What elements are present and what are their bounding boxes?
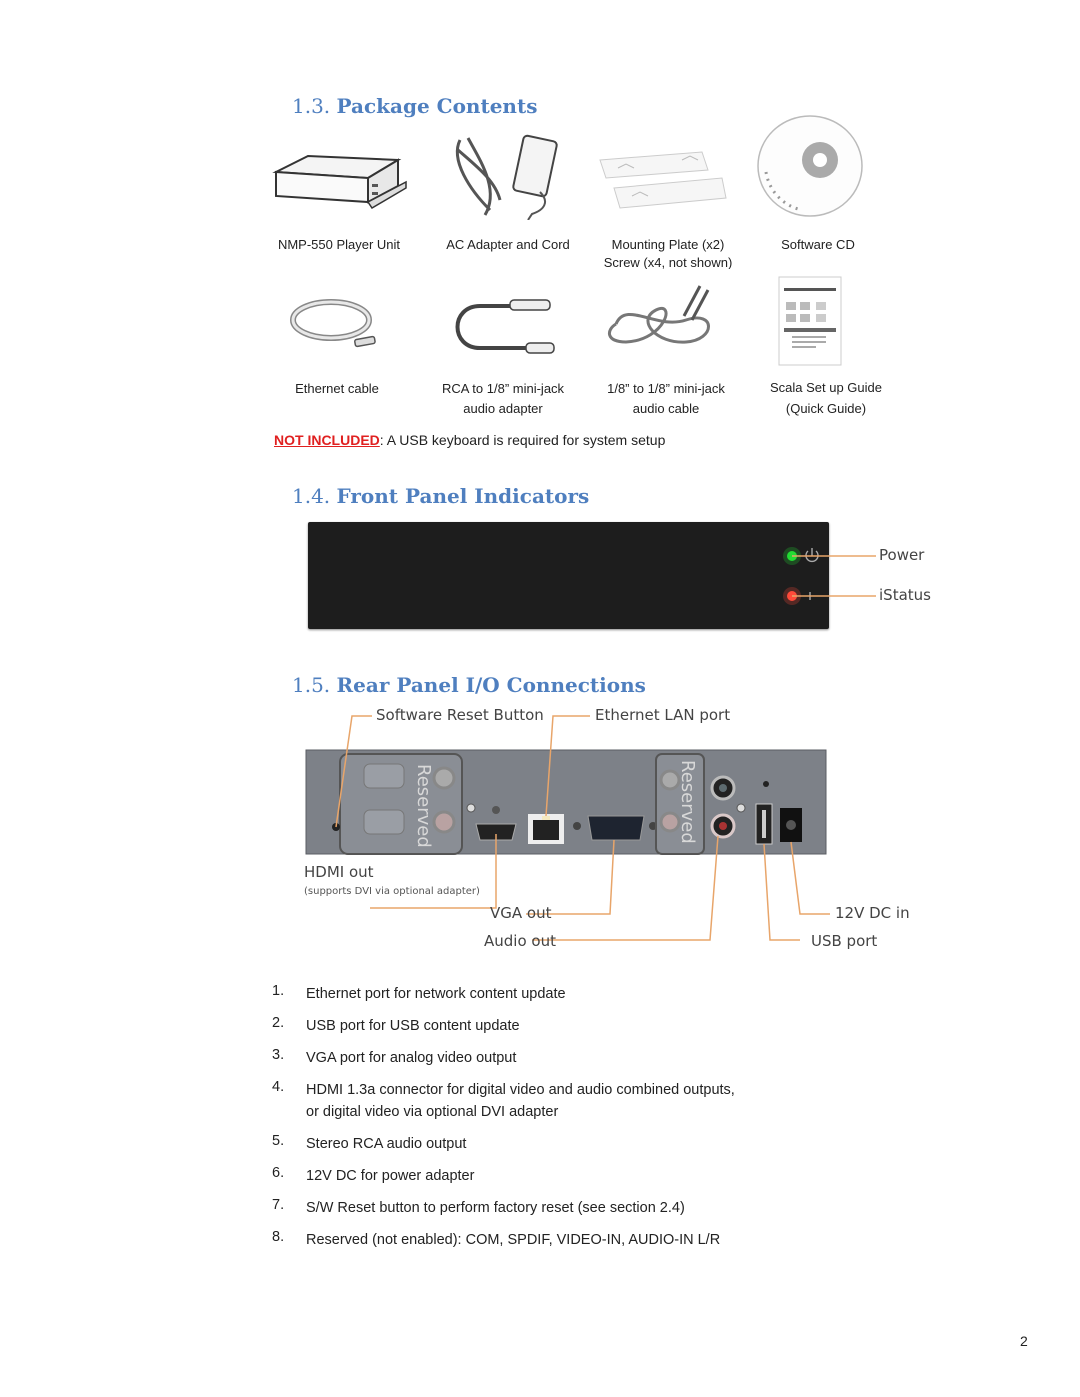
caption-text-2: (Quick Guide)	[785, 401, 867, 416]
callout-audio: Audio out	[484, 932, 556, 950]
list-text: Stereo RCA audio output	[306, 1136, 467, 1152]
list-text: VGA port for analog video output	[306, 1050, 517, 1066]
package-item-caption: NMP-550 Player Unit	[268, 235, 410, 255]
list-text: Ethernet port for network content update	[306, 986, 566, 1002]
list-number: 6.	[272, 1165, 285, 1181]
list-number: 8.	[272, 1229, 285, 1245]
front-panel-callouts	[783, 547, 876, 605]
list-text: HDMI 1.3a connector for digital video an…	[306, 1082, 735, 1098]
caption-text: NMP-550 Player Unit	[277, 237, 401, 252]
front-panel-image	[308, 522, 829, 629]
cd-image	[757, 115, 863, 217]
heading-number: 1.3.	[292, 94, 331, 118]
list-number: 7.	[272, 1197, 285, 1213]
heading-title: Front Panel Indicators	[336, 484, 590, 508]
svg-text:Reserved: Reserved	[413, 764, 434, 848]
com-port-reserved	[363, 763, 405, 789]
package-item-caption: RCA to 1/8” mini-jack audio adapter	[426, 379, 580, 419]
list-number: 5.	[272, 1133, 285, 1149]
caption-text-2: Screw (x4, not shown)	[603, 255, 733, 269]
package-item-caption: AC Adapter and Cord	[434, 235, 582, 255]
list-number: 2.	[272, 1015, 285, 1031]
package-item-caption: Mounting Plate (x2) Screw (x4, not shown…	[588, 235, 748, 269]
caption-text: Scala Set up Guide	[769, 380, 883, 395]
not-included-label: NOT INCLUDED	[274, 432, 380, 448]
not-included-note: NOT INCLUDED: A USB keyboard is required…	[274, 432, 665, 448]
callout-hdmi: HDMI out	[304, 863, 374, 881]
callout-vga: VGA out	[490, 904, 552, 922]
caption-text: Mounting Plate (x2)	[611, 237, 725, 252]
quick-guide-image	[778, 276, 842, 366]
section-heading-front: 1.4. Front Panel Indicators	[292, 484, 589, 508]
list-text: USB port for USB content update	[306, 1018, 520, 1034]
svg-text:Reserved: Reserved	[677, 760, 698, 844]
list-number: 1.	[272, 983, 285, 999]
heading-title: Rear Panel I/O Connections	[336, 673, 646, 697]
list-text: Reserved (not enabled): COM, SPDIF, VIDE…	[306, 1232, 721, 1248]
list-number: 3.	[272, 1047, 285, 1063]
vga-port	[587, 815, 645, 841]
list-number: 4.	[272, 1079, 285, 1095]
ethernet-cable-image	[290, 299, 376, 348]
section-heading-rear: 1.5. Rear Panel I/O Connections	[292, 673, 646, 697]
caption-text-2: audio cable	[632, 401, 700, 416]
com-port-reserved	[363, 809, 405, 835]
player-unit-image	[272, 154, 407, 210]
package-item-caption: 1/8” to 1/8” mini-jack audio cable	[588, 379, 744, 419]
rca-reserved	[432, 766, 456, 790]
heading-title: Package Contents	[336, 94, 538, 118]
list-text-2: or digital video via optional DVI adapte…	[306, 1104, 559, 1120]
package-item-caption: Scala Set up Guide (Quick Guide)	[756, 377, 896, 419]
rca-adapter-image	[455, 299, 555, 354]
heading-number: 1.5.	[292, 673, 331, 697]
caption-text-2: audio adapter	[463, 401, 543, 416]
ac-adapter-image	[455, 134, 558, 220]
section-heading-package: 1.3. Package Contents	[292, 94, 537, 118]
rca-reserved	[432, 810, 456, 834]
mounting-plate-image	[599, 151, 727, 209]
callout-usb: USB port	[811, 932, 878, 950]
not-included-text: : A USB keyboard is required for system …	[379, 432, 666, 448]
heading-number: 1.4.	[292, 484, 331, 508]
callout-reset: Software Reset Button	[376, 706, 544, 724]
page-number: 2	[1020, 1333, 1028, 1349]
power-icon	[805, 548, 819, 563]
package-item-caption: Ethernet cable	[270, 379, 404, 399]
list-text: 12V DC for power adapter	[306, 1168, 475, 1184]
rear-features-list: 1. Ethernet port for network content upd…	[272, 983, 832, 1253]
caption-text: Software CD	[781, 237, 855, 252]
caption-text: RCA to 1/8” mini-jack	[441, 381, 565, 396]
caption-text: 1/8” to 1/8” mini-jack	[607, 381, 725, 396]
power-label: Power	[879, 546, 925, 564]
caption-text: Ethernet cable	[295, 381, 379, 396]
package-item-caption: Software CD	[758, 235, 878, 255]
audio-cable-image	[608, 285, 710, 344]
caption-text: AC Adapter and Cord	[446, 237, 570, 252]
list-text: S/W Reset button to perform factory rese…	[306, 1200, 685, 1216]
callout-dc: 12V DC in	[835, 904, 910, 922]
callout-hdmi-sub: (supports DVI via optional adapter)	[304, 886, 480, 897]
status-label: iStatus	[879, 586, 931, 604]
callout-lan: Ethernet LAN port	[595, 706, 731, 724]
